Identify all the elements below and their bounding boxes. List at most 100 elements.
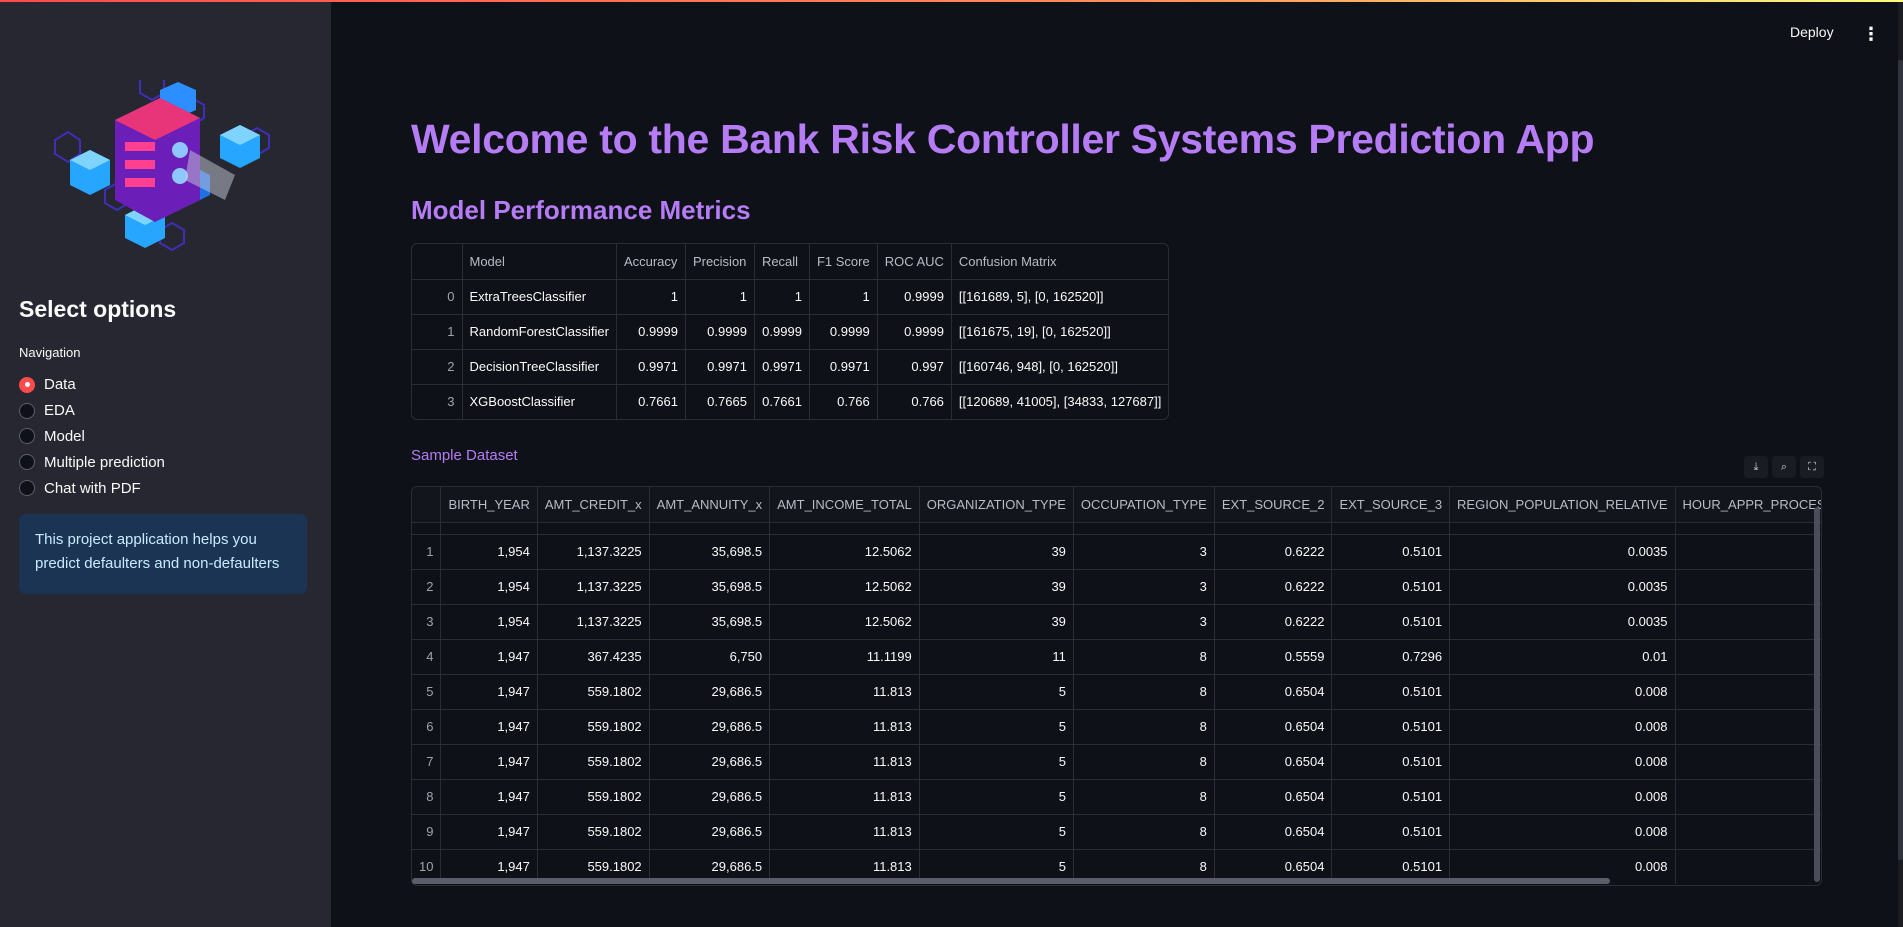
metrics-cell: 0.9999	[876, 278, 952, 315]
metrics-column-header[interactable]: ROC AUC	[876, 244, 952, 280]
nav-option-chat-with-pdf[interactable]: Chat with PDF	[19, 475, 165, 501]
metrics-column-header[interactable]: Recall	[753, 244, 810, 280]
dataset-cell: 35,698.5	[648, 533, 771, 570]
radio-label: EDA	[44, 402, 75, 420]
deploy-button[interactable]: Deploy	[1790, 24, 1834, 40]
dataset-cell: 8	[1072, 638, 1215, 675]
metrics-cell: 0	[412, 278, 463, 315]
dataset-cell: 0.6222	[1213, 533, 1333, 570]
radio-button[interactable]	[19, 454, 35, 471]
dataset-row: 9 1,947 559.1802 29,686.5 11.813 5 8 0.6504 0.51…	[412, 813, 1821, 850]
metrics-table-container: Model Accuracy Precision Recall F1 Score ROC …	[411, 243, 1170, 420]
search-icon[interactable]: ⌕	[1772, 456, 1796, 478]
metrics-column-header[interactable]: F1 Score	[808, 244, 878, 280]
dataset-cell: 5	[412, 673, 442, 710]
dataset-cell: 29,686.5	[648, 708, 771, 745]
metrics-column-header[interactable]: Accuracy	[615, 244, 686, 280]
nav-option-model[interactable]: Model	[19, 424, 165, 450]
dataset-cell: 17	[1674, 813, 1821, 850]
dataset-cell: 6	[412, 708, 442, 745]
dataset-cell: 0.008	[1449, 743, 1676, 780]
dataset-table-container[interactable]: BIRTH_YEAR AMT_CREDIT_x AMT_ANNUITY_x AMT_I…	[411, 486, 1822, 886]
metrics-cell: 0.766	[876, 383, 952, 419]
main-menu-icon[interactable]: ⋮	[1862, 24, 1880, 44]
metrics-column-header[interactable]	[412, 244, 463, 280]
dataset-column-header[interactable]: EXT_SOURCE_2	[1213, 487, 1333, 523]
dataset-cell: 0.0035	[1449, 568, 1676, 605]
dataset-cell: 8	[1072, 708, 1215, 745]
nav-option-multiple-prediction[interactable]: Multiple prediction	[19, 449, 165, 475]
metrics-column-header[interactable]: Confusion Matrix	[950, 244, 1169, 280]
metrics-column-header[interactable]: Precision	[684, 244, 755, 280]
dataset-cell: 0.5101	[1331, 673, 1451, 710]
radio-button[interactable]	[19, 428, 35, 445]
dataset-cell: 0.5101	[1331, 813, 1451, 850]
download-icon[interactable]: ⤓	[1744, 456, 1768, 478]
dataset-cell: 367.4235	[536, 638, 650, 675]
metrics-row: 3 XGBoostClassifier 0.7661 0.7665 0.7661 0.76…	[412, 383, 1169, 419]
dataset-cell: 1,137.3225	[536, 568, 650, 605]
dataset-cell: 5	[918, 708, 1074, 745]
metrics-cell: 0.9999	[808, 313, 878, 350]
dataset-cell: 29,686.5	[648, 778, 771, 815]
metrics-cell: 0.7661	[753, 383, 810, 419]
dataset-cell: 11.813	[769, 778, 920, 815]
metrics-cell: 1	[615, 278, 686, 315]
horizontal-scrollbar[interactable]	[412, 878, 1610, 884]
dataset-column-header[interactable]: REGION_POPULATION_RELATIVE	[1449, 487, 1676, 523]
radio-label: Model	[44, 427, 85, 445]
sidebar-title: Select options	[19, 296, 177, 322]
dataset-column-header[interactable]: ORGANIZATION_TYPE	[918, 487, 1074, 523]
dataset-column-header[interactable]: EXT_SOURCE_3	[1331, 487, 1451, 523]
metrics-cell: ExtraTreesClassifier	[461, 278, 617, 315]
dataset-column-header[interactable]: AMT_ANNUITY_x	[648, 487, 771, 523]
dataset-cell: 5	[918, 673, 1074, 710]
radio-button[interactable]	[19, 402, 35, 419]
info-box: This project application helps you predi…	[19, 514, 307, 594]
vertical-scrollbar[interactable]	[1814, 507, 1820, 882]
dataset-cell: 1,137.3225	[536, 603, 650, 640]
dataset-cell: 29,686.5	[648, 673, 771, 710]
dataset-cell: 0.008	[1449, 708, 1676, 745]
dataset-column-header[interactable]: AMT_CREDIT_x	[536, 487, 650, 523]
dataset-cell: 559.1802	[536, 708, 650, 745]
radio-button[interactable]	[19, 480, 35, 497]
metrics-cell: 0.9999	[684, 313, 755, 350]
dataset-row: 5 1,947 559.1802 29,686.5 11.813 5 8 0.6504 0.51…	[412, 673, 1821, 710]
fullscreen-icon[interactable]: ⛶	[1800, 456, 1824, 478]
metrics-cell: 0.9999	[753, 313, 810, 350]
dataset-column-header[interactable]: BIRTH_YEAR	[440, 487, 538, 523]
dataset-column-header[interactable]: OCCUPATION_TYPE	[1072, 487, 1215, 523]
dataset-cell: 559.1802	[536, 778, 650, 815]
dataset-row: 8 1,947 559.1802 29,686.5 11.813 5 8 0.6504 0.51…	[412, 778, 1821, 815]
metrics-cell: 0.9971	[684, 348, 755, 385]
dataset-cell: 5	[918, 813, 1074, 850]
metrics-column-header[interactable]: Model	[461, 244, 617, 280]
nav-option-data[interactable]: Data	[19, 372, 165, 398]
dataset-cell: 3	[412, 603, 442, 640]
dataset-cell: 8	[1072, 813, 1215, 850]
page-scrollbar[interactable]	[1898, 0, 1903, 927]
dataset-cell: 1,947	[440, 673, 538, 710]
dataset-cell: 0.5101	[1331, 603, 1451, 640]
radio-button[interactable]	[19, 376, 35, 393]
dataframe-toolbar: ⤓ ⌕ ⛶	[1744, 456, 1824, 478]
dataset-cell: 0.0035	[1449, 533, 1676, 570]
dataset-cell: 17	[1674, 673, 1821, 710]
dataset-column-header[interactable]: AMT_INCOME_TOTAL	[769, 487, 920, 523]
dataset-cell: 0.6504	[1213, 743, 1333, 780]
dataset-row: 2 1,954 1,137.3225 35,698.5 12.5062 39 3 0.6222…	[412, 568, 1821, 605]
metrics-cell: 1	[412, 313, 463, 350]
sidebar: Select options Navigation Data EDA Model Mu…	[0, 0, 331, 927]
nav-option-eda[interactable]: EDA	[19, 398, 165, 424]
dataset-cell: 39	[918, 533, 1074, 570]
dataset-cell: 0.6504	[1213, 813, 1333, 850]
dataset-cell: 35,698.5	[648, 568, 771, 605]
dataset-column-header[interactable]	[412, 487, 442, 523]
dataset-cell: 11	[1674, 603, 1821, 640]
dataset-column-header[interactable]: HOUR_APPR_PROCESS_START_x	[1674, 487, 1821, 523]
dataset-cell: 11.813	[769, 743, 920, 780]
sample-dataset-label: Sample Dataset	[411, 447, 518, 464]
metrics-cell: RandomForestClassifier	[461, 313, 617, 350]
dataset-cell: 12.5062	[769, 533, 920, 570]
